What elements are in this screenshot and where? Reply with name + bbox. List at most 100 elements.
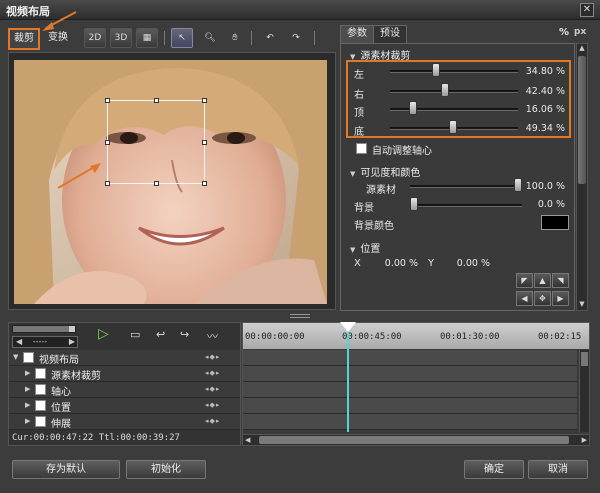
track-dropdown[interactable]: ◀ ----- ▶ [12,336,78,348]
scroll-up-icon[interactable]: ▲ [577,44,587,54]
redo-button[interactable]: ↷ [285,28,307,48]
unit-percent-toggle[interactable]: % [559,27,569,38]
background-slider[interactable] [410,204,522,207]
crop-right-value[interactable]: 42.40 % [517,86,565,97]
unit-pixel-toggle[interactable]: px [574,27,586,37]
crop-right-thumb[interactable] [440,83,449,97]
track-row[interactable]: ▶ 轴心 ◂◆▸ [9,382,240,398]
crop-handle-bottom[interactable] [154,181,159,186]
crop-handle-tl[interactable] [105,98,110,103]
background-value[interactable]: 0.0 % [517,199,565,210]
auto-axis-checkbox[interactable] [356,143,367,154]
background-thumb[interactable] [410,197,418,211]
crop-handle-br[interactable] [202,181,207,186]
close-button[interactable]: ✕ [580,3,594,17]
crop-handle-top[interactable] [154,98,159,103]
timeline-track-row[interactable] [243,350,577,366]
timeline-track-row[interactable] [243,414,577,430]
scroll-thumb[interactable] [578,56,586,184]
save-default-button[interactable]: 存为默认 [12,460,120,479]
ok-button[interactable]: 确定 [464,460,524,479]
timeline-track-row[interactable] [243,398,577,414]
nudge-left-icon[interactable]: ◀ [516,291,533,306]
timeline-hscroll-thumb[interactable] [259,436,569,444]
crop-handle-bl[interactable] [105,181,110,186]
panel-scrollbar[interactable]: ▲ ▼ [576,43,588,311]
zoom-slider-thumb[interactable] [69,326,75,332]
track-row[interactable]: ▶ 源素材裁剪 ◂◆▸ [9,366,240,382]
undo-button[interactable]: ↶ [259,28,281,48]
comment-icon[interactable]: ▭ [130,328,140,341]
crop-handle-left[interactable] [105,140,110,145]
tab-crop[interactable]: 裁剪 [8,28,40,50]
timeline-track-row[interactable] [243,382,577,398]
loop-back-icon[interactable]: ↩ [156,328,165,341]
timeline-track-row[interactable] [243,366,577,382]
crop-top-thumb[interactable] [409,101,418,115]
expand-icon[interactable]: ▶ [25,369,30,377]
zoom-tool-button[interactable]: 🔍︎ [199,28,221,48]
timeline-hscrollbar[interactable]: ◀ ▶ [243,434,589,445]
pos-x-value[interactable]: 0.00 % [370,258,418,269]
track-checkbox[interactable] [35,384,46,395]
section-visibility-color[interactable]: 可见度和颜色 [350,164,420,179]
track-checkbox[interactable] [35,400,46,411]
track-checkbox[interactable] [23,352,34,363]
tab-params[interactable]: 参数 [340,25,374,43]
playhead-marker-icon[interactable] [339,322,356,332]
keyframe-nav-icon[interactable]: ◂◆▸ [205,353,220,361]
timeline-vscrollbar[interactable] [579,350,589,432]
crop-left-value[interactable]: 34.80 % [517,66,565,77]
track-row[interactable]: ▶ 伸展 ◂◆▸ [9,414,240,430]
track-checkbox[interactable] [35,368,46,379]
crop-bottom-value[interactable]: 49.34 % [517,123,565,134]
section-position[interactable]: 位置 [350,240,380,255]
source-opacity-value[interactable]: 100.0 % [517,181,565,192]
background-color-swatch[interactable] [541,215,569,230]
crop-bottom-thumb[interactable] [449,120,458,134]
nudge-up-icon[interactable]: ▲ [534,273,551,288]
crop-handle-tr[interactable] [202,98,207,103]
select-tool-button[interactable]: ↖ [171,28,193,48]
source-opacity-slider[interactable] [410,185,522,188]
nudge-up-right-icon[interactable]: ◥ [552,273,569,288]
splitter-grip[interactable] [290,314,310,318]
nudge-up-left-icon[interactable]: ◤ [516,273,533,288]
timeline-vscroll-thumb[interactable] [581,352,588,366]
expand-icon[interactable]: ▶ [25,401,30,409]
crop-top-value[interactable]: 16.06 % [517,104,565,115]
2d-mode-button[interactable]: 2D [84,28,106,48]
grid-button[interactable]: ▦ [136,28,158,48]
loop-forward-icon[interactable]: ↪ [180,328,189,341]
expand-icon[interactable]: ▶ [25,417,30,425]
keyframe-nav-icon[interactable]: ◂◆▸ [205,401,220,409]
tab-preset[interactable]: 预设 [373,25,407,43]
crop-left-thumb[interactable] [431,63,440,77]
scroll-down-icon[interactable]: ▼ [577,300,587,310]
keyframe-nav-icon[interactable]: ◂◆▸ [205,369,220,377]
track-row[interactable]: ▼ 视频布局 ◂◆▸ [9,350,240,366]
play-icon[interactable]: ▷ [98,326,109,342]
hscroll-right-icon[interactable]: ▶ [582,436,587,444]
track-row[interactable]: ▶ 位置 ◂◆▸ [9,398,240,414]
zoom-slider[interactable] [12,325,76,333]
crop-handle-right[interactable] [202,140,207,145]
keyframe-nav-icon[interactable]: ◂◆▸ [205,385,220,393]
crop-right-slider[interactable] [390,90,518,93]
playhead[interactable] [346,323,349,432]
crop-frame[interactable] [105,98,207,186]
cancel-button[interactable]: 取消 [528,460,588,479]
3d-mode-button[interactable]: 3D [110,28,132,48]
initialize-button[interactable]: 初始化 [126,460,206,479]
crop-left-slider[interactable] [390,70,518,73]
graph-icon[interactable]: 〰 [207,328,218,344]
hand-tool-button[interactable]: ✋︎ [224,28,246,48]
track-checkbox[interactable] [35,416,46,427]
collapse-icon[interactable]: ▼ [13,353,18,361]
hscroll-left-icon[interactable]: ◀ [245,436,250,444]
expand-icon[interactable]: ▶ [25,385,30,393]
nudge-right-icon[interactable]: ▶ [552,291,569,306]
pos-y-value[interactable]: 0.00 % [442,258,490,269]
nudge-center-icon[interactable]: ✥ [534,291,551,306]
keyframe-nav-icon[interactable]: ◂◆▸ [205,417,220,425]
